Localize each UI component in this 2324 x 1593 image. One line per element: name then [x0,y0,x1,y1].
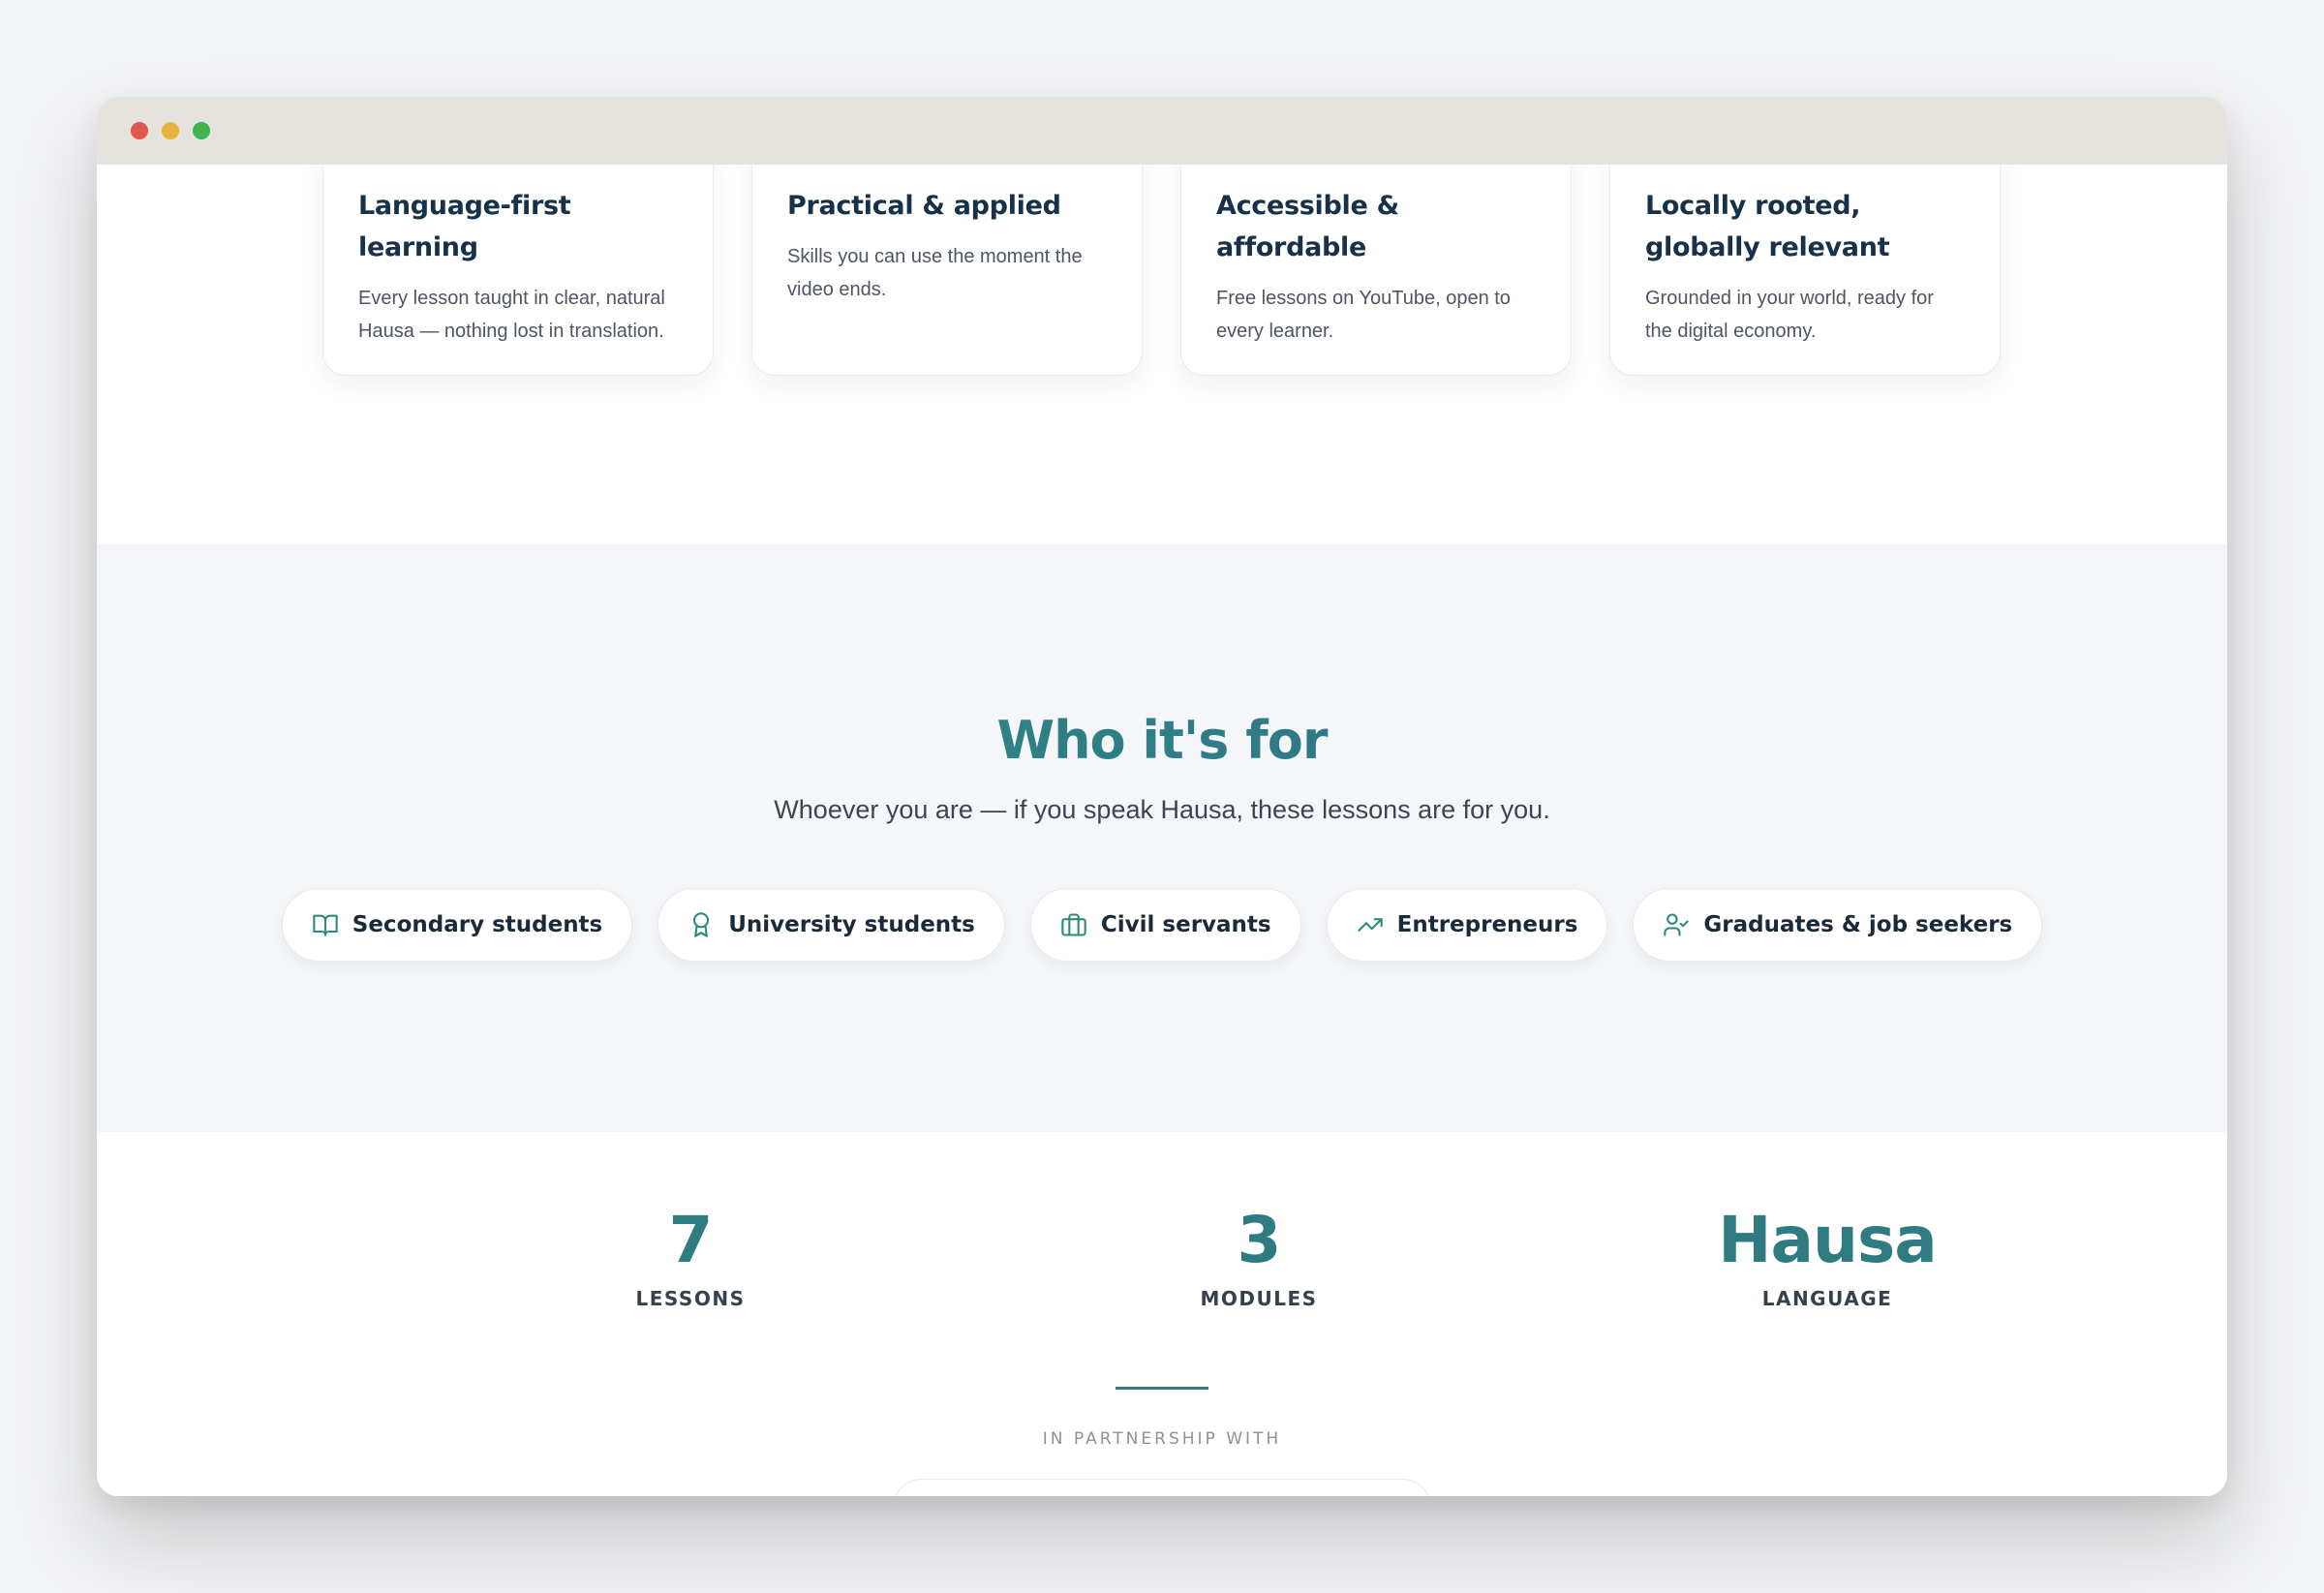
stat-label: LESSONS [635,1287,746,1310]
stat-value: Hausa [1718,1203,1938,1277]
browser-window: Language-first learning Every lesson tau… [97,97,2227,1496]
close-window-button[interactable] [131,122,148,139]
stat-lessons: 7 LESSONS [497,1202,884,1310]
feature-card-practical: Practical & applied Skills you can use t… [751,165,1143,376]
feature-title: Practical & applied [787,191,1061,221]
audience-pill-label: Entrepreneurs [1396,912,1578,937]
audience-pill-label: University students [728,912,975,937]
features-section: Language-first learning Every lesson tau… [97,165,2227,544]
audience-pill-entrepreneurs[interactable]: Entrepreneurs [1326,888,1608,962]
partner-logo-card[interactable] [893,1479,1431,1496]
audience-pill-label: Civil servants [1100,912,1271,937]
feature-title: Locally rooted, globally relevant [1645,191,1890,262]
stat-language: Hausa LANGUAGE [1634,1202,2021,1310]
audience-pill-graduates[interactable]: Graduates & job seekers [1633,888,2043,962]
briefcase-icon [1061,913,1086,936]
section-title: Who it's for [97,707,2227,775]
feature-card-accessible: Accessible & affordable Free lessons on … [1180,165,1572,376]
page-viewport[interactable]: Language-first learning Every lesson tau… [97,165,2227,1496]
user-check-icon [1664,913,1690,936]
minimize-window-button[interactable] [162,122,179,139]
feature-card-locally-rooted: Locally rooted, globally relevant Ground… [1609,165,2001,376]
section-subtitle: Whoever you are — if you speak Hausa, th… [774,795,1550,824]
stat-value: 3 [1237,1203,1282,1277]
feature-description: Every lesson taught in clear, natural Ha… [358,288,665,342]
feature-description: Free lessons on YouTube, open to every l… [1216,288,1511,342]
feature-title: Language-first learning [358,191,571,262]
stat-label: MODULES [1200,1287,1318,1310]
audience-pill-secondary-students[interactable]: Secondary students [281,888,633,962]
audience-pill-label: Graduates & job seekers [1703,912,2013,937]
stat-modules: 3 MODULES [1065,1202,1452,1310]
audience-pill-university-students[interactable]: University students [657,888,1005,962]
award-icon [693,912,710,937]
stat-value: 7 [668,1203,714,1277]
feature-card-language-first: Language-first learning Every lesson tau… [322,165,714,376]
window-titlebar [97,97,2227,165]
audience-pill-list: Secondary students University students C… [97,888,2227,962]
feature-description: Skills you can use the moment the video … [787,246,1083,300]
audience-pill-label: Secondary students [352,912,603,937]
partnership-label: IN PARTNERSHIP WITH [1042,1429,1282,1449]
maximize-window-button[interactable] [193,122,210,139]
audience-section: Who it's for Whoever you are — if you sp… [97,544,2227,1133]
feature-title: Accessible & affordable [1216,191,1399,262]
section-divider [1116,1387,1208,1390]
trending-up-icon [1357,918,1383,932]
audience-pill-civil-servants[interactable]: Civil servants [1029,888,1301,962]
stat-label: LANGUAGE [1761,1287,1893,1310]
feature-description: Grounded in your world, ready for the di… [1645,288,1934,342]
stats-section: 7 LESSONS 3 MODULES Hausa LANGUAGE IN PA… [97,1132,2227,1496]
book-open-icon [313,914,338,936]
